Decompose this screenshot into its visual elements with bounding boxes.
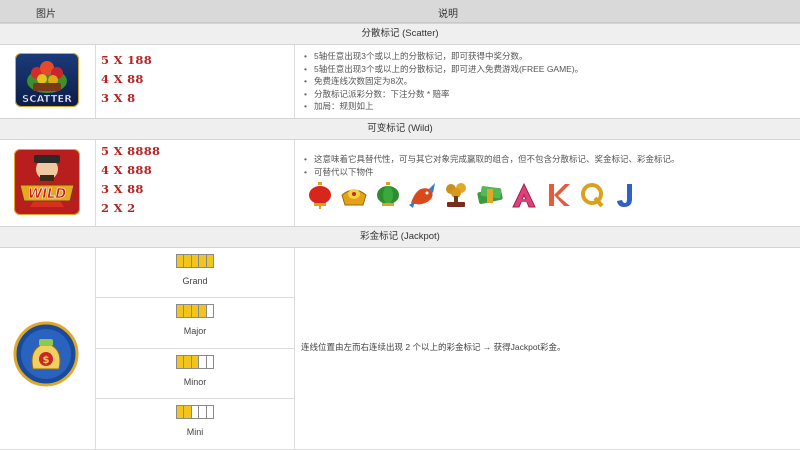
scatter-payout-5: 5 X 188 (101, 53, 153, 67)
major-meter (176, 304, 214, 318)
letter-a-icon (508, 180, 539, 210)
letter-k-icon (542, 180, 573, 210)
scatter-rules-list: 5轴任意出现3个或以上的分散标记，即可获得中奖分数。 5轴任意出现3个或以上的分… (304, 50, 583, 113)
letter-j-icon (610, 180, 641, 210)
grand-meter (176, 254, 214, 268)
wild-payout-5: 5 X 8888 (101, 144, 161, 158)
jackpot-level-major: Major (183, 326, 207, 336)
wild-substitute-symbols (304, 180, 641, 210)
wild-payout-2: 2 X 2 (101, 201, 136, 215)
scatter-payout-4: 4 X 88 (101, 72, 144, 86)
scatter-rule: 免费连线次数固定为8次。 (304, 75, 583, 88)
svg-text:WILD: WILD (28, 187, 66, 202)
wild-rule: 这意味着它具替代性，可与其它对象完成赢取的组合，但不包含分散标记、奖金标记、彩金… (304, 153, 680, 166)
section-title-wild: 可变标记 (Wild) (0, 118, 800, 140)
section-title-scatter: 分散标记 (Scatter) (0, 23, 800, 45)
section-title-jackpot: 彩金标记 (Jackpot) (0, 226, 800, 248)
jackpot-level-grand: Grand (182, 276, 208, 286)
scatter-symbol-icon: SCATTER (15, 53, 79, 107)
wild-rules-list: 这意味着它具替代性，可与其它对象完成赢取的组合，但不包含分散标记、奖金标记、彩金… (304, 153, 680, 178)
wild-payout-3: 3 X 88 (101, 182, 144, 196)
jackpot-symbol-icon: $ (13, 321, 79, 387)
header-image-column: 图片 (36, 9, 56, 20)
header-description-column: 说明 (438, 9, 458, 20)
wild-payout-4: 4 X 888 (101, 163, 153, 177)
scatter-rule: 分散标记派彩分数：下注分数 * 赔率 (304, 88, 583, 101)
koi-fish-icon (406, 180, 437, 210)
letter-q-icon (576, 180, 607, 210)
scatter-payout-3: 3 X 8 (101, 91, 136, 105)
jackpot-description: 连线位置由左而右连续出现 2 个以上的彩金标记 → 获得Jackpot彩金。 (301, 342, 566, 352)
mini-meter (176, 405, 214, 419)
bonsai-icon (440, 180, 471, 210)
scatter-rule: 5轴任意出现3个或以上的分散标记，即可进入免费游戏(FREE GAME)。 (304, 63, 583, 76)
wild-symbol-icon: WILD (14, 149, 80, 215)
minor-meter (176, 355, 214, 369)
gold-ingot-icon (338, 180, 369, 210)
svg-text:SCATTER: SCATTER (22, 94, 72, 105)
scatter-rule: 加局：规则如上 (304, 100, 583, 113)
jade-bundle-icon (474, 180, 505, 210)
wild-rule: 可替代以下物件 (304, 166, 680, 179)
jackpot-level-mini: Mini (186, 427, 204, 437)
scatter-rule: 5轴任意出现3个或以上的分散标记，即可获得中奖分数。 (304, 50, 583, 63)
table-header: 图片 说明 (0, 0, 800, 23)
lantern-icon (304, 180, 335, 210)
svg-text:$: $ (43, 355, 50, 366)
green-lantern-icon (372, 180, 403, 210)
jackpot-level-minor: Minor (183, 377, 207, 387)
